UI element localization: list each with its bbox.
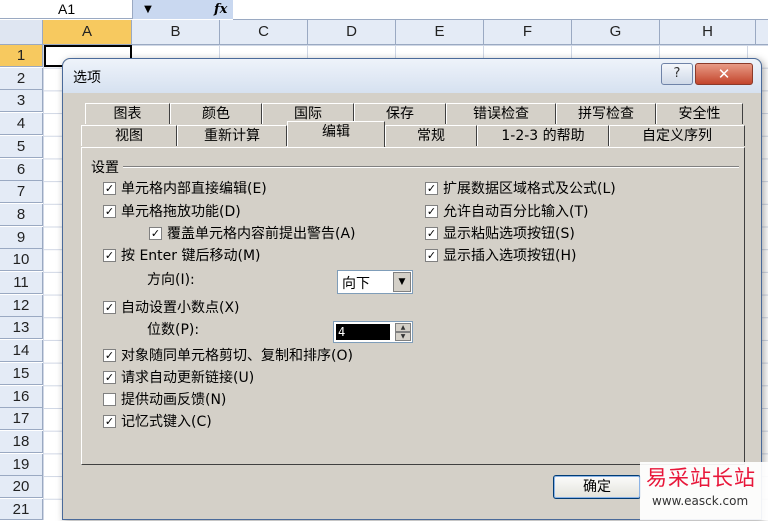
row-header-4[interactable]: 4 bbox=[0, 113, 43, 136]
column-header-row: A B C D E F G H bbox=[0, 20, 768, 45]
checkbox-cut-copy-sort[interactable]: ✓ bbox=[103, 349, 116, 362]
row-header-18[interactable]: 18 bbox=[0, 430, 43, 453]
option-label: 显示插入选项按钮(H) bbox=[443, 248, 577, 264]
option-label: 记忆式键入(C) bbox=[121, 414, 212, 430]
option-label: 对象随同单元格剪切、复制和排序(O) bbox=[121, 348, 353, 364]
option-label: 显示粘贴选项按钮(S) bbox=[443, 226, 575, 242]
row-header-8[interactable]: 8 bbox=[0, 203, 43, 226]
checkbox-alert-overwrite[interactable]: ✓ bbox=[149, 227, 162, 240]
option-label: 扩展数据区域格式及公式(L) bbox=[443, 181, 616, 197]
tab-lotus-help[interactable]: 1-2-3 的帮助 bbox=[477, 125, 609, 146]
settings-group-divider bbox=[123, 166, 739, 168]
tab-calculation[interactable]: 重新计算 bbox=[177, 125, 287, 146]
row-header-20[interactable]: 20 bbox=[0, 476, 43, 499]
checkbox-drag-drop[interactable]: ✓ bbox=[103, 205, 116, 218]
checkbox-extend-formats[interactable]: ✓ bbox=[425, 182, 438, 195]
checkbox-insert-options[interactable]: ✓ bbox=[425, 249, 438, 262]
option-label: 自动设置小数点(X) bbox=[121, 300, 240, 316]
row-header-19[interactable]: 19 bbox=[0, 453, 43, 476]
row-header-5[interactable]: 5 bbox=[0, 135, 43, 158]
row-header-17[interactable]: 17 bbox=[0, 408, 43, 431]
row-header-10[interactable]: 10 bbox=[0, 249, 43, 272]
row-header-14[interactable]: 14 bbox=[0, 340, 43, 363]
option-label: 请求自动更新链接(U) bbox=[121, 370, 255, 386]
row-header-1[interactable]: 1 bbox=[0, 45, 43, 67]
tab-general[interactable]: 常规 bbox=[385, 125, 477, 146]
ok-button[interactable]: 确定 bbox=[553, 475, 641, 499]
column-header-h[interactable]: H bbox=[660, 20, 756, 44]
direction-select[interactable]: 向下 ▼ bbox=[337, 270, 413, 294]
column-header-a[interactable]: A bbox=[43, 20, 132, 44]
places-label: 位数(P): bbox=[147, 322, 200, 338]
direction-label: 方向(I): bbox=[147, 272, 195, 288]
dialog-titlebar[interactable]: 选项 ? ✕ bbox=[63, 59, 761, 93]
column-header-c[interactable]: C bbox=[220, 20, 308, 44]
option-label: 单元格内部直接编辑(E) bbox=[121, 181, 267, 197]
watermark-title: 易采站长站 bbox=[646, 466, 756, 490]
spin-down-icon[interactable]: ▼ bbox=[395, 332, 411, 341]
tab-security[interactable]: 安全性 bbox=[656, 103, 743, 124]
option-label: 覆盖单元格内容前提出警告(A) bbox=[167, 226, 356, 242]
row-header-3[interactable]: 3 bbox=[0, 90, 43, 113]
settings-group-label: 设置 bbox=[91, 160, 119, 176]
column-header-d[interactable]: D bbox=[308, 20, 396, 44]
row-header-21[interactable]: 21 bbox=[0, 499, 43, 520]
row-header-16[interactable]: 16 bbox=[0, 385, 43, 408]
column-header-g[interactable]: G bbox=[572, 20, 660, 44]
row-header-13[interactable]: 13 bbox=[0, 317, 43, 340]
tab-view[interactable]: 视图 bbox=[81, 125, 177, 146]
column-header-f[interactable]: F bbox=[484, 20, 572, 44]
checkbox-fixed-decimal[interactable]: ✓ bbox=[103, 301, 116, 314]
formula-bar-input[interactable] bbox=[233, 0, 768, 20]
tab-edit[interactable]: 编辑 bbox=[287, 121, 385, 147]
tab-color[interactable]: 颜色 bbox=[170, 103, 262, 124]
row-header-15[interactable]: 15 bbox=[0, 362, 43, 385]
row-header-11[interactable]: 11 bbox=[0, 272, 43, 294]
tab-error-checking[interactable]: 错误检查 bbox=[446, 103, 556, 124]
name-box-dropdown-icon[interactable]: ▼ bbox=[133, 0, 163, 19]
row-header-2[interactable]: 2 bbox=[0, 67, 43, 90]
option-label: 提供动画反馈(N) bbox=[121, 392, 227, 408]
tab-spelling[interactable]: 拼写检查 bbox=[556, 103, 656, 124]
chevron-down-icon[interactable]: ▼ bbox=[393, 272, 411, 292]
row-header-12[interactable]: 12 bbox=[0, 294, 43, 317]
close-icon[interactable]: ✕ bbox=[695, 63, 753, 85]
option-label: 允许自动百分比输入(T) bbox=[443, 204, 589, 220]
tab-chart[interactable]: 图表 bbox=[85, 103, 170, 124]
row-header-6[interactable]: 6 bbox=[0, 158, 43, 181]
checkbox-autocomplete[interactable]: ✓ bbox=[103, 415, 116, 428]
name-box[interactable]: A1 bbox=[0, 0, 133, 19]
spin-up-icon[interactable]: ▲ bbox=[395, 323, 411, 332]
checkbox-ask-update-links[interactable]: ✓ bbox=[103, 371, 116, 384]
checkbox-move-after-enter[interactable]: ✓ bbox=[103, 249, 116, 262]
help-icon[interactable]: ? bbox=[661, 63, 693, 85]
fx-icon[interactable]: fx bbox=[214, 0, 227, 19]
checkbox-animation-feedback[interactable] bbox=[103, 393, 116, 406]
option-label: 按 Enter 键后移动(M) bbox=[121, 248, 261, 264]
watermark-logo: 易采站长站 www.easck.com bbox=[640, 462, 768, 520]
watermark-url: www.easck.com bbox=[652, 494, 749, 508]
places-value[interactable]: 4 bbox=[336, 324, 390, 340]
row-header-9[interactable]: 9 bbox=[0, 226, 43, 249]
tab-custom-lists[interactable]: 自定义序列 bbox=[609, 125, 745, 146]
direction-value: 向下 bbox=[342, 276, 370, 292]
checkbox-auto-percent[interactable]: ✓ bbox=[425, 205, 438, 218]
column-header-e[interactable]: E bbox=[396, 20, 484, 44]
row-header-7[interactable]: 7 bbox=[0, 181, 43, 204]
options-dialog: 选项 ? ✕ 图表 颜色 国际 保存 错误检查 拼写检查 安全性 视图 重新计算… bbox=[62, 58, 762, 520]
places-spinner[interactable]: 4 ▲ ▼ bbox=[333, 321, 413, 343]
checkbox-paste-options[interactable]: ✓ bbox=[425, 227, 438, 240]
column-header-b[interactable]: B bbox=[132, 20, 220, 44]
option-label: 单元格拖放功能(D) bbox=[121, 204, 241, 220]
select-all-corner[interactable] bbox=[0, 20, 43, 44]
checkbox-edit-in-cell[interactable]: ✓ bbox=[103, 182, 116, 195]
dialog-title: 选项 bbox=[73, 70, 101, 86]
